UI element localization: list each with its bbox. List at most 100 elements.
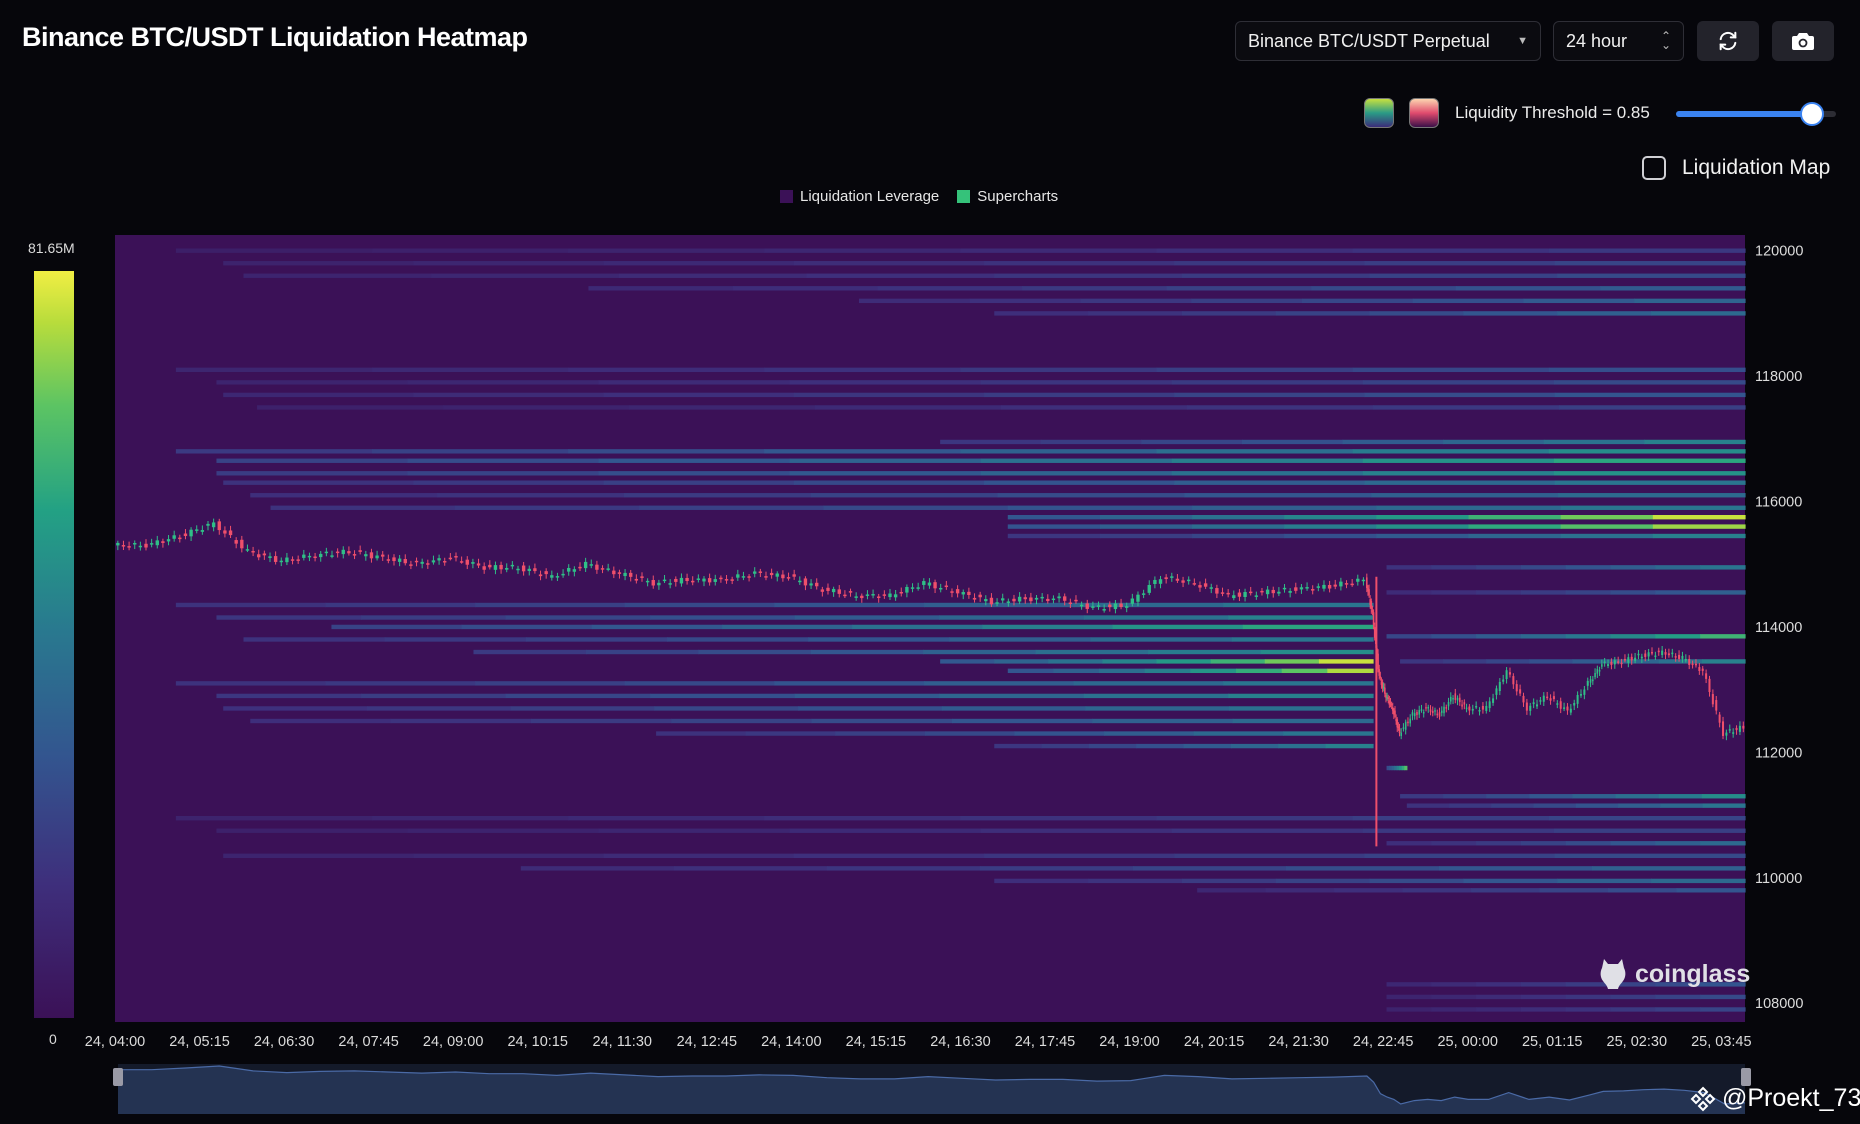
y-tick-label: 116000: [1755, 495, 1802, 511]
heatmap-band-segment: [623, 493, 812, 498]
heatmap-band-segment: [175, 816, 373, 821]
x-tick-label: 25, 03:45: [1691, 1034, 1751, 1050]
heatmap-band-segment: [1264, 659, 1320, 664]
candle-body: [257, 554, 261, 558]
heatmap-band-segment: [1007, 514, 1101, 520]
heatmap-band-segment: [1364, 261, 1556, 266]
candle-body: [1017, 596, 1022, 602]
heatmap-band-segment: [1053, 668, 1100, 674]
heatmap-band-segment: [1560, 505, 1746, 510]
heatmap-band-segment: [1655, 634, 1701, 639]
candle-body: [1434, 710, 1436, 712]
candle-body: [1607, 664, 1610, 666]
y-tick-label: 118000: [1755, 369, 1802, 385]
heatmap-band-segment: [1520, 841, 1567, 846]
heatmap-band-segment: [1520, 634, 1567, 639]
heatmap-band-segment: [525, 637, 668, 642]
heatmap-band-segment: [1652, 524, 1746, 529]
candle-body: [989, 597, 994, 605]
candle-body: [409, 564, 413, 566]
candle-body: [228, 530, 233, 536]
candle-body: [1379, 676, 1382, 678]
candle-body: [629, 572, 633, 577]
candle-body: [538, 574, 543, 577]
heatmap-band-segment: [216, 615, 362, 620]
candle-body: [1425, 707, 1427, 709]
heatmap-band-segment: [980, 828, 1173, 833]
candle-body: [1404, 721, 1407, 730]
heatmap-band-segment: [979, 866, 1134, 871]
heatmap-band-segment: [443, 405, 630, 410]
heatmap-band-segment: [1386, 994, 1432, 1000]
candle-body: [1396, 719, 1399, 728]
heatmap-band-segment: [1088, 311, 1183, 316]
heatmap-band-segment: [1174, 261, 1366, 266]
candle-body: [972, 597, 977, 600]
heatmap-band-segment: [1553, 380, 1746, 385]
candle-body: [1249, 591, 1253, 594]
heatmap-band-segment: [1386, 634, 1432, 639]
candle-body: [1661, 650, 1664, 656]
x-tick-label: 24, 14:00: [761, 1034, 821, 1050]
candle-body: [1586, 680, 1589, 686]
candle-body: [1654, 655, 1657, 658]
candle-body: [1465, 707, 1468, 710]
x-tick-label: 24, 22:45: [1353, 1034, 1413, 1050]
candle-body: [1492, 698, 1495, 703]
heatmap-band-segment: [1364, 480, 1556, 485]
heatmap-band-segment: [1171, 471, 1364, 476]
heatmap-band-segment: [568, 816, 765, 821]
heatmap-band-segment: [1651, 311, 1746, 316]
candle-body: [927, 582, 932, 586]
candle-body: [240, 539, 244, 549]
heatmap-band-segment: [808, 637, 951, 642]
heatmap-band-segment: [924, 731, 1016, 736]
candle-body: [707, 578, 712, 583]
heatmap-band-segment: [1700, 565, 1746, 570]
candle-body: [662, 579, 667, 582]
heatmap-band-segment: [1386, 841, 1432, 846]
candle-body: [826, 587, 830, 591]
heatmap-band-segment: [1468, 533, 1562, 539]
heatmap-band-segment: [591, 624, 723, 630]
candle-body: [1057, 596, 1061, 599]
heatmap-band-segment: [1376, 514, 1470, 520]
candle-body: [1566, 706, 1569, 711]
heatmap-band-segment: [530, 718, 672, 724]
heatmap-band-segment: [325, 681, 476, 686]
candle-body: [1728, 729, 1731, 731]
heatmap-band-segment: [1658, 794, 1703, 799]
heatmap-band-segment: [223, 853, 415, 859]
heatmap-band-segment: [1112, 624, 1244, 630]
heatmap-band-segment: [1412, 298, 1525, 304]
candle-body: [877, 596, 881, 599]
candle-body: [1136, 594, 1140, 602]
heatmap-band-segment: [994, 311, 1089, 316]
heatmap-band-segment: [1156, 816, 1354, 821]
heatmap-band-segment: [1022, 286, 1168, 291]
heatmap-band-segment: [1520, 1007, 1567, 1012]
heatmap-band-segment: [789, 828, 982, 833]
heatmap-band-segment: [372, 367, 569, 373]
heatmap-band-segment: [1371, 493, 1559, 498]
heatmap-band-segment: [216, 458, 409, 463]
heatmap-band-segment: [1181, 311, 1277, 316]
heatmap-band-segment: [1190, 668, 1237, 674]
heatmap-band-segment: [667, 637, 809, 642]
candle-body: [290, 559, 295, 561]
heatmap-band-segment: [1265, 888, 1335, 893]
heatmap-band-segment: [1325, 743, 1374, 749]
heatmap-band-segment: [505, 693, 651, 699]
navigator-handle-left[interactable]: [113, 1068, 123, 1086]
candle-body: [1153, 579, 1157, 584]
heatmap-band-segment: [1455, 286, 1602, 291]
heatmap-band-segment: [1085, 706, 1230, 711]
candle-body: [961, 592, 965, 595]
heatmap-band-segment: [1402, 888, 1472, 893]
heatmap-band-segment: [257, 405, 444, 410]
heatmap-band-segment: [1431, 841, 1477, 846]
liquidation-heatmap-chart[interactable]: 120000 118000 116000 114000 112000 110000 1080…: [0, 0, 1860, 1124]
candle-body: [493, 565, 498, 570]
candle-body: [691, 580, 695, 583]
heatmap-band-segment: [1548, 248, 1746, 253]
